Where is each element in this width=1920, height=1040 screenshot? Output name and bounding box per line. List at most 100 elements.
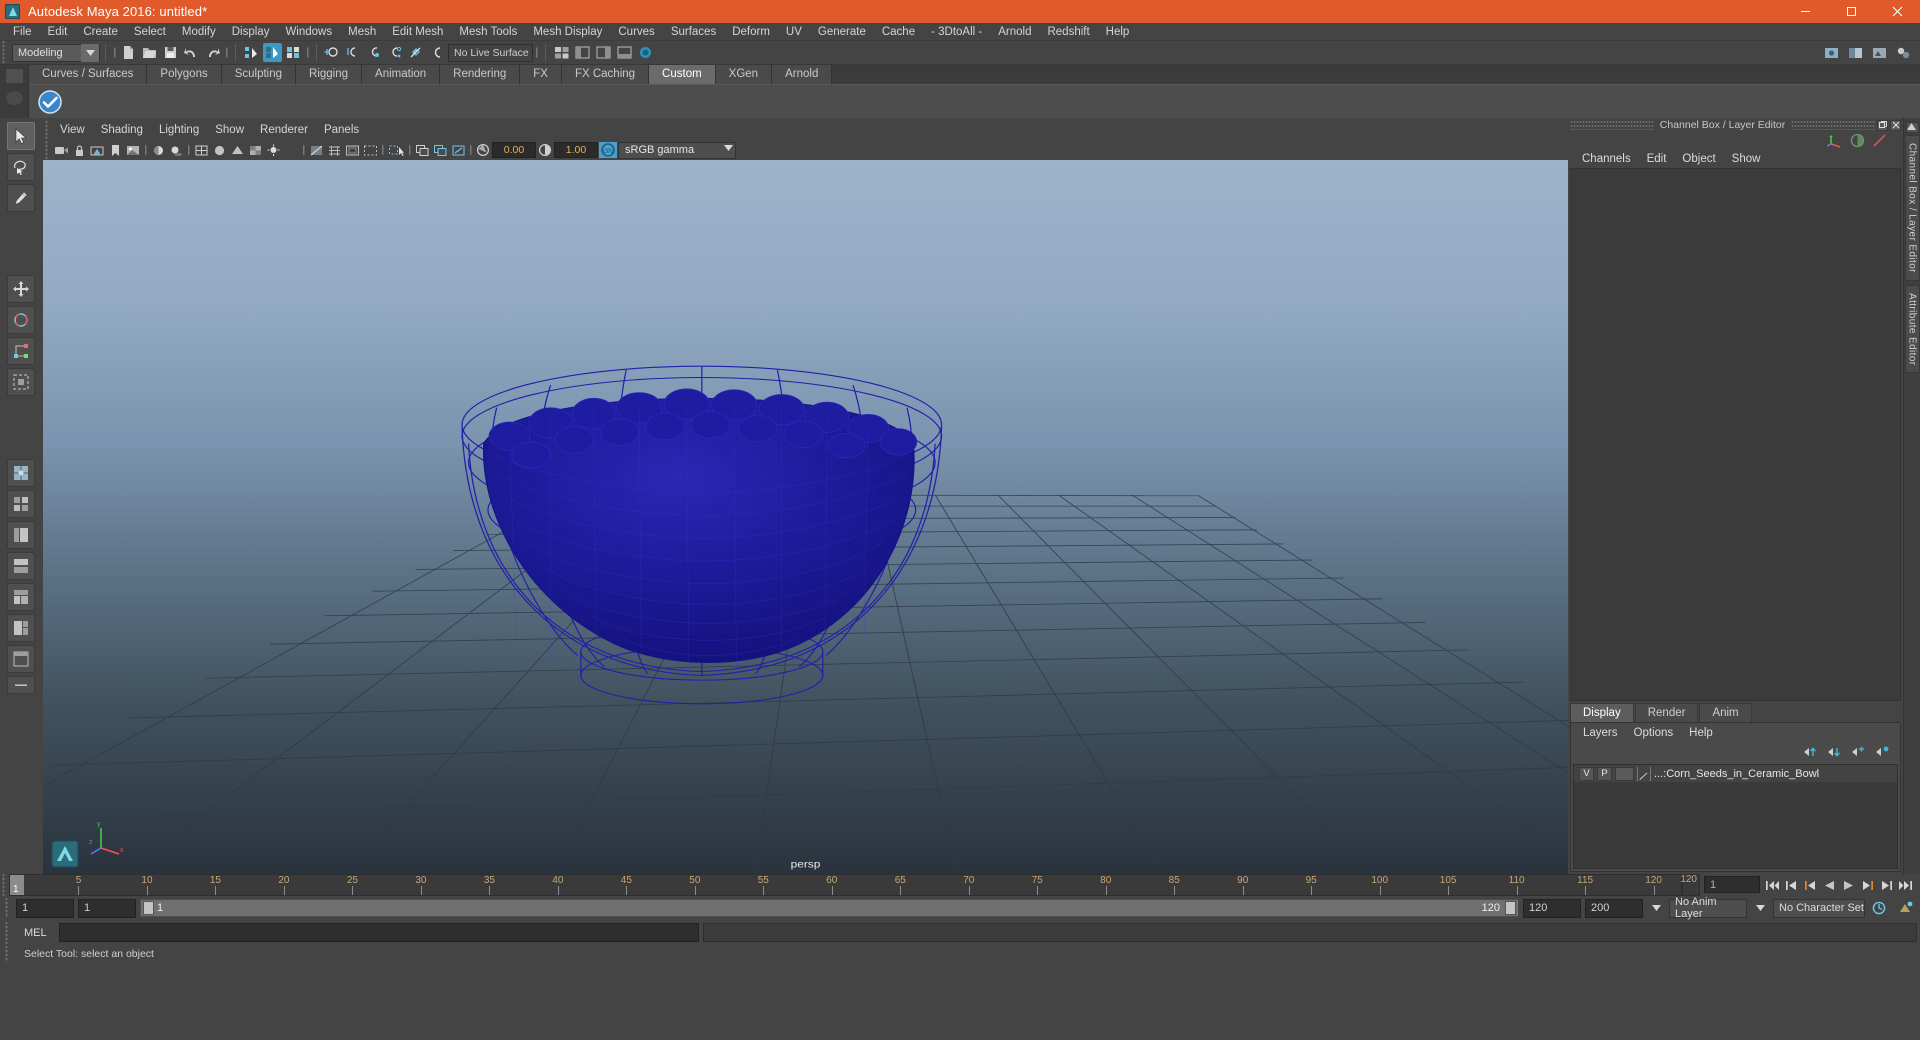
new-scene-icon[interactable]	[119, 43, 138, 62]
viewport-toolbar-grip[interactable]	[43, 141, 52, 159]
paste-view-icon[interactable]	[431, 141, 449, 159]
layer-playback-toggle[interactable]: P	[1597, 766, 1612, 781]
attribute-editor-icon[interactable]	[1850, 133, 1865, 148]
save-scene-icon[interactable]	[161, 43, 180, 62]
shelf-tab-menu-icon[interactable]	[4, 68, 24, 84]
menu-item-edit-mesh[interactable]: Edit Mesh	[384, 23, 451, 41]
four-view-layout-icon[interactable]	[6, 490, 35, 518]
outliner-persp-layout-icon[interactable]	[6, 645, 35, 673]
render-view-icon[interactable]	[1822, 43, 1841, 62]
step-back-frame-icon[interactable]	[1802, 877, 1819, 894]
show-hide-panels-icon[interactable]	[573, 43, 592, 62]
command-output[interactable]	[702, 923, 1917, 942]
menu-item-windows[interactable]: Windows	[277, 23, 340, 41]
vertical-tab-channel-box[interactable]: Channel Box / Layer Editor	[1904, 135, 1920, 281]
resolution-gate-icon[interactable]	[361, 141, 379, 159]
snap-to-grid-icon[interactable]	[323, 43, 342, 62]
ipr-render-icon[interactable]	[1846, 43, 1865, 62]
menu-item-modify[interactable]: Modify	[174, 23, 224, 41]
scale-tool[interactable]	[6, 337, 35, 365]
maximize-button[interactable]	[1828, 0, 1874, 23]
smooth-shade-all-icon[interactable]	[210, 141, 228, 159]
shelf-tab-sculpting[interactable]: Sculpting	[221, 65, 297, 84]
color-profile-selector[interactable]: sRGB gamma	[618, 141, 736, 159]
channel-menu-channels[interactable]: Channels	[1574, 153, 1639, 165]
shelf-tab-custom[interactable]: Custom	[649, 65, 716, 84]
character-set-selector[interactable]: No Character Set	[1773, 898, 1865, 918]
layer-menu-layers[interactable]: Layers	[1575, 727, 1626, 739]
snapshot-view-icon[interactable]	[449, 141, 467, 159]
range-start-handle[interactable]	[143, 901, 154, 915]
channel-box-icon[interactable]	[1827, 133, 1843, 148]
menu-item-surfaces[interactable]: Surfaces	[663, 23, 724, 41]
animation-preferences-icon[interactable]	[1869, 899, 1891, 917]
shelf-tab-animation[interactable]: Animation	[362, 65, 441, 84]
panel-drag-dots[interactable]	[1570, 120, 1654, 130]
range-end-handle[interactable]	[1505, 901, 1516, 915]
snap-to-curve-icon[interactable]	[344, 43, 363, 62]
menu-item-mesh-tools[interactable]: Mesh Tools	[451, 23, 525, 41]
go-to-start-icon[interactable]	[1764, 877, 1781, 894]
menu-item-help[interactable]: Help	[1098, 23, 1138, 41]
undo-icon[interactable]	[182, 43, 201, 62]
range-slider-grip[interactable]	[3, 898, 12, 918]
viewport-menu-panels[interactable]: Panels	[316, 124, 367, 136]
layer-tab-anim[interactable]: Anim	[1699, 703, 1752, 722]
go-to-end-icon[interactable]	[1897, 877, 1914, 894]
snap-to-view-plane-icon[interactable]	[407, 43, 426, 62]
persp-outliner-layout-icon[interactable]	[6, 521, 35, 549]
anim-layer-selector[interactable]: No Anim Layer	[1669, 896, 1747, 920]
close-button[interactable]	[1874, 0, 1920, 23]
image-plane-icon[interactable]	[124, 141, 142, 159]
copy-view-icon[interactable]	[413, 141, 431, 159]
shadows-icon[interactable]	[167, 141, 185, 159]
range-start-field[interactable]: 1	[16, 898, 74, 918]
persp-graph-layout-icon[interactable]	[6, 552, 35, 580]
select-hierarchy-icon[interactable]	[242, 43, 261, 62]
grid-toggle-icon[interactable]	[325, 141, 343, 159]
time-slider-grip[interactable]	[0, 874, 9, 896]
select-component-icon[interactable]	[284, 43, 303, 62]
menu-item-uv[interactable]: UV	[778, 23, 810, 41]
menu-item-display[interactable]: Display	[224, 23, 278, 41]
layer-tab-display[interactable]: Display	[1570, 703, 1634, 722]
move-layer-up-icon[interactable]	[1803, 746, 1818, 758]
channel-menu-object[interactable]: Object	[1674, 153, 1723, 165]
move-layer-down-icon[interactable]	[1827, 746, 1842, 758]
shelf-tab-rigging[interactable]: Rigging	[296, 65, 363, 84]
command-input[interactable]	[58, 923, 699, 942]
play-backwards-icon[interactable]	[1821, 877, 1838, 894]
step-forward-frame-icon[interactable]	[1859, 877, 1876, 894]
current-frame-field[interactable]: 1	[1704, 876, 1760, 893]
channel-menu-show[interactable]: Show	[1724, 153, 1769, 165]
rotate-tool[interactable]	[6, 306, 35, 334]
isolate-select-icon[interactable]	[386, 141, 406, 159]
paint-select-tool[interactable]	[6, 184, 35, 212]
layer-visibility-toggle[interactable]: V	[1579, 766, 1594, 781]
tool-settings-icon[interactable]	[1872, 133, 1887, 148]
flat-shade-icon[interactable]	[228, 141, 246, 159]
step-forward-keyframe-icon[interactable]	[1878, 877, 1895, 894]
menu-item-mesh[interactable]: Mesh	[340, 23, 384, 41]
select-tool[interactable]	[6, 122, 35, 150]
menu-item-arnold[interactable]: Arnold	[990, 23, 1039, 41]
scroll-up-icon[interactable]	[1905, 122, 1919, 133]
shelf-tab-polygons[interactable]: Polygons	[147, 65, 222, 84]
open-scene-icon[interactable]	[140, 43, 159, 62]
menu-item-curves[interactable]: Curves	[610, 23, 662, 41]
menu-item-mesh-display[interactable]: Mesh Display	[525, 23, 610, 41]
gamma-icon[interactable]	[536, 141, 554, 159]
menu-item-redshift[interactable]: Redshift	[1039, 23, 1097, 41]
new-layer-from-selected-icon[interactable]	[1875, 746, 1890, 758]
persp-multi-layout-icon[interactable]	[6, 614, 35, 642]
viewport-menu-show[interactable]: Show	[207, 124, 252, 136]
textured-icon[interactable]	[246, 141, 264, 159]
shelf-tab-curves-surfaces[interactable]: Curves / Surfaces	[29, 65, 148, 84]
toolbar-grip[interactable]	[0, 41, 9, 64]
shelf-tab-fx-caching[interactable]: FX Caching	[561, 65, 650, 84]
command-line-grip[interactable]	[3, 921, 12, 944]
redo-icon[interactable]	[203, 43, 222, 62]
soft-select-tool[interactable]	[6, 368, 35, 396]
shelf-tab-fx[interactable]: FX	[520, 65, 562, 84]
layer-menu-options[interactable]: Options	[1626, 727, 1682, 739]
